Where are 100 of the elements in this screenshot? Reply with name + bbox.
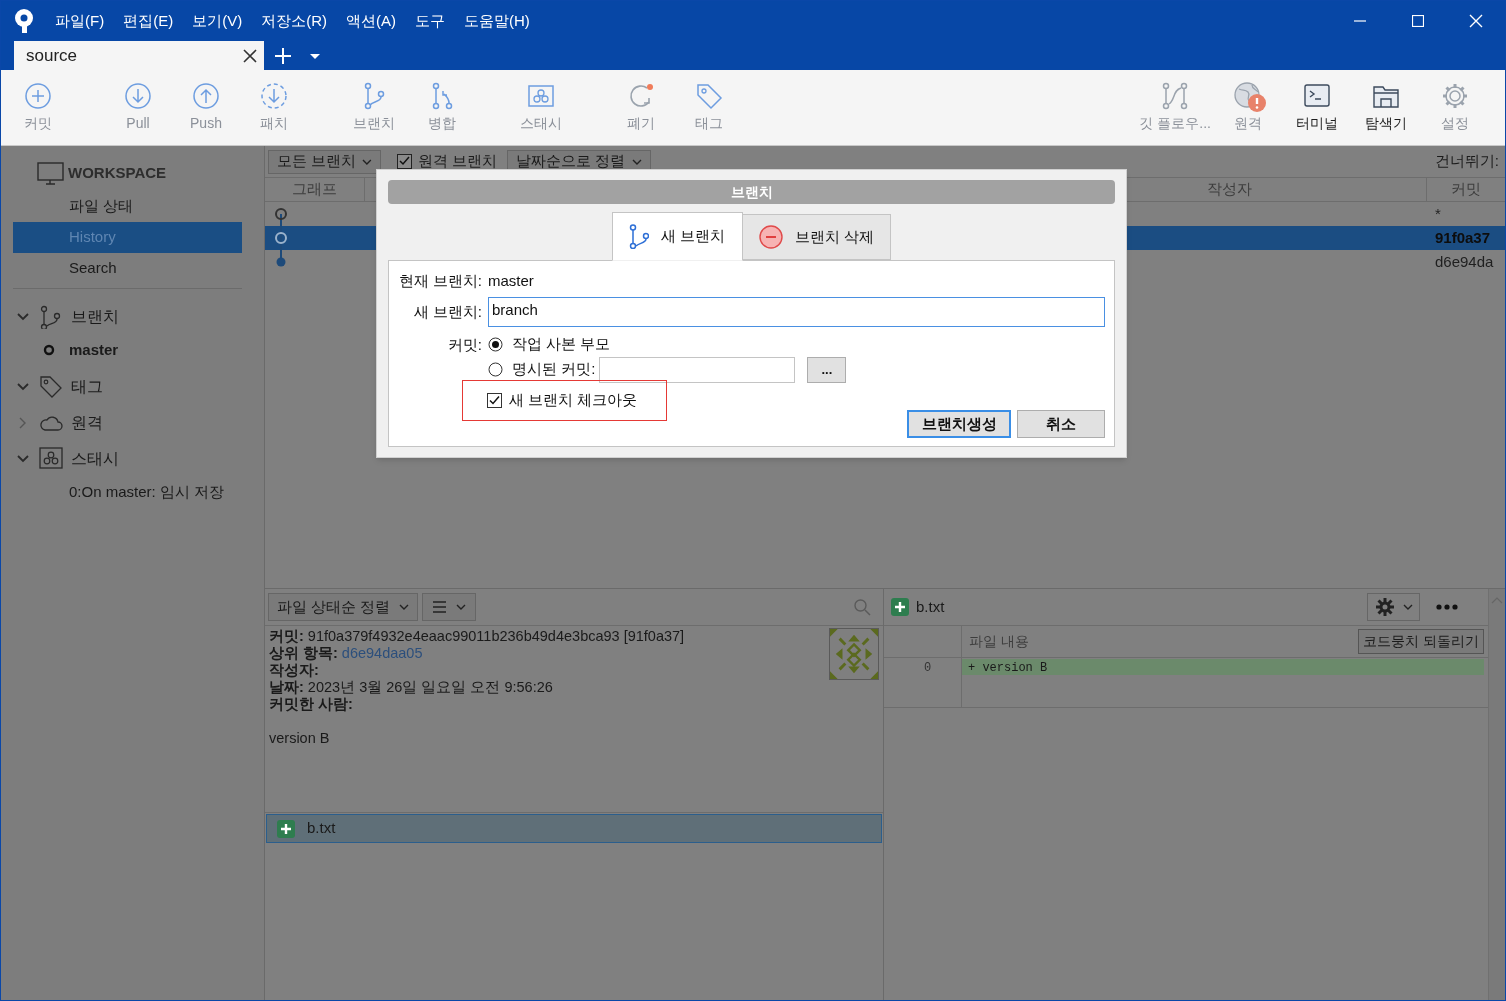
browse-button[interactable]: ... — [807, 356, 847, 383]
commit-message: version B — [269, 730, 331, 747]
menu-item[interactable]: 편집(E) — [123, 9, 174, 33]
view-mode-dropdown[interactable] — [422, 593, 476, 621]
list-icon — [432, 601, 446, 613]
menu-item[interactable]: 도움말(H) — [464, 9, 530, 33]
checkout-checkbox[interactable]: 새 브랜치 체크아웃 — [487, 389, 638, 412]
sidebar-item[interactable]: 0:On master: 임시 저장 — [69, 480, 225, 504]
column-header[interactable]: 커밋 — [1451, 178, 1481, 201]
more-icon[interactable] — [1436, 604, 1458, 610]
column-header[interactable]: 작성자 — [1207, 178, 1252, 201]
close-icon[interactable] — [242, 47, 258, 64]
tab-menu-caret-icon[interactable] — [310, 54, 320, 59]
chevron-down-icon[interactable] — [17, 453, 29, 465]
radio-button[interactable]: 작업 사본 부모 — [488, 333, 611, 356]
down-arrow-circle-icon — [124, 81, 152, 110]
minus-circle-icon — [758, 225, 783, 249]
add-tab-icon[interactable] — [274, 47, 292, 65]
monitor-icon — [37, 161, 64, 185]
field-label: 새 브랜치: — [412, 301, 482, 322]
added-file-icon — [891, 598, 909, 616]
commit-field[interactable] — [599, 356, 796, 383]
detail-label: 날짜: — [269, 679, 304, 696]
dialog-button[interactable]: 취소 — [1017, 410, 1105, 438]
menu-item[interactable]: 저장소(R) — [261, 9, 327, 33]
chevron-down-icon[interactable] — [17, 311, 29, 323]
sidebar-item[interactable]: master — [69, 338, 119, 362]
toolbar-button[interactable]: 터미널 — [1283, 70, 1351, 145]
sidebar-section[interactable]: 스태시 — [71, 447, 119, 471]
column-header: 파일 내용 — [969, 632, 1029, 651]
toolbar-button[interactable]: 탐색기 — [1352, 70, 1420, 145]
discard-arrow-icon — [627, 81, 655, 110]
sidebar-item[interactable]: Search — [13, 253, 242, 284]
settings-icon — [1374, 597, 1395, 617]
tag-icon — [695, 81, 723, 110]
added-file-icon — [277, 819, 295, 838]
up-arrow-circle-icon — [192, 81, 220, 110]
commit-hash: d6e94da — [1435, 253, 1494, 270]
sidebar-section[interactable]: 브랜치 — [71, 305, 119, 329]
plus-circle-icon — [24, 81, 52, 110]
close-icon — [1469, 14, 1483, 28]
repository-tab[interactable]: source — [14, 41, 264, 70]
settings-icon — [1441, 81, 1469, 110]
revert-hunk-button[interactable]: 코드뭉치 되돌리기 — [1358, 629, 1484, 654]
menu-item[interactable]: 보기(V) — [192, 9, 243, 33]
dialog-title: 브랜치 — [388, 180, 1115, 204]
checkbox-icon[interactable] — [397, 154, 412, 169]
warning-badge-icon — [1248, 93, 1266, 112]
branch-filter-dropdown[interactable]: 모든 브랜치 — [268, 149, 381, 174]
branch-name-field[interactable]: branch — [488, 297, 1105, 327]
radio-icon[interactable] — [488, 362, 503, 377]
chevron-down-icon — [362, 158, 372, 165]
line-number: 0 — [922, 660, 933, 675]
app-logo-icon — [13, 8, 35, 34]
column-header[interactable]: 그래프 — [292, 178, 337, 201]
detail-value: 91f0a379f4932e4eaac99011b236b49d4e3bca93 [91f0a37] — [307, 628, 685, 645]
maximize-icon — [1412, 15, 1424, 27]
menu-item[interactable]: 도구 — [415, 9, 445, 33]
chevron-down-icon — [455, 604, 466, 610]
section-heading: WORKSPACE — [68, 162, 167, 183]
tab-label: source — [26, 44, 79, 67]
sidebar-item[interactable]: 파일 상태 — [13, 191, 242, 222]
chevron-down-icon — [1402, 604, 1413, 610]
chevron-down-icon — [399, 604, 409, 610]
branch-icon — [39, 305, 63, 329]
settings-dropdown[interactable] — [1367, 593, 1420, 621]
parent-commit-link[interactable]: d6e94daa05 — [341, 645, 423, 662]
radio-button[interactable]: 명시된 커밋: — [488, 358, 596, 381]
detail-label: 상위 항목: — [269, 645, 338, 662]
dialog-tab[interactable]: 새 브랜치 — [612, 212, 743, 261]
dialog-button[interactable]: 브랜치생성 — [907, 410, 1011, 438]
current-branch-icon — [43, 344, 55, 356]
checkbox-icon[interactable] — [487, 393, 502, 408]
sort-dropdown[interactable]: 파일 상태순 정렬 — [268, 593, 418, 621]
sidebar-section[interactable]: 태그 — [71, 375, 103, 399]
terminal-icon — [1303, 81, 1331, 110]
field-label: 커밋: — [446, 335, 482, 355]
remote-branches-checkbox[interactable]: 원격 브랜치 — [397, 150, 498, 173]
dialog-tab[interactable]: 브랜치 삭제 — [742, 214, 891, 260]
menu-item[interactable]: 파일(F) — [55, 9, 105, 33]
file-row[interactable]: b.txt — [266, 814, 882, 843]
branch-icon — [629, 224, 650, 249]
menu-item[interactable]: 액션(A) — [346, 9, 396, 33]
stash-box-icon — [39, 447, 63, 471]
commit-hash: * — [1435, 205, 1441, 222]
detail-label: 커밋한 사람: — [269, 696, 353, 713]
commit-hash: 91f0a37 — [1435, 229, 1491, 246]
radio-icon[interactable] — [488, 337, 503, 352]
detail-value: 2023년 3월 26일 일요일 오전 9:56:26 — [307, 679, 553, 696]
sidebar-item[interactable]: History — [13, 222, 242, 253]
jump-label: 건너뛰기: — [1434, 151, 1499, 172]
scrollbar[interactable] — [1488, 589, 1505, 1000]
git-flow-icon — [1161, 81, 1190, 110]
chevron-down-icon — [632, 158, 643, 165]
tag-icon — [39, 375, 63, 399]
file-name: b.txt — [916, 596, 945, 617]
chevron-down-icon[interactable] — [17, 381, 29, 393]
sidebar-section[interactable]: 원격 — [71, 411, 103, 435]
detail-label: 커밋: — [269, 628, 304, 645]
detail-label: 작성자: — [269, 662, 319, 679]
